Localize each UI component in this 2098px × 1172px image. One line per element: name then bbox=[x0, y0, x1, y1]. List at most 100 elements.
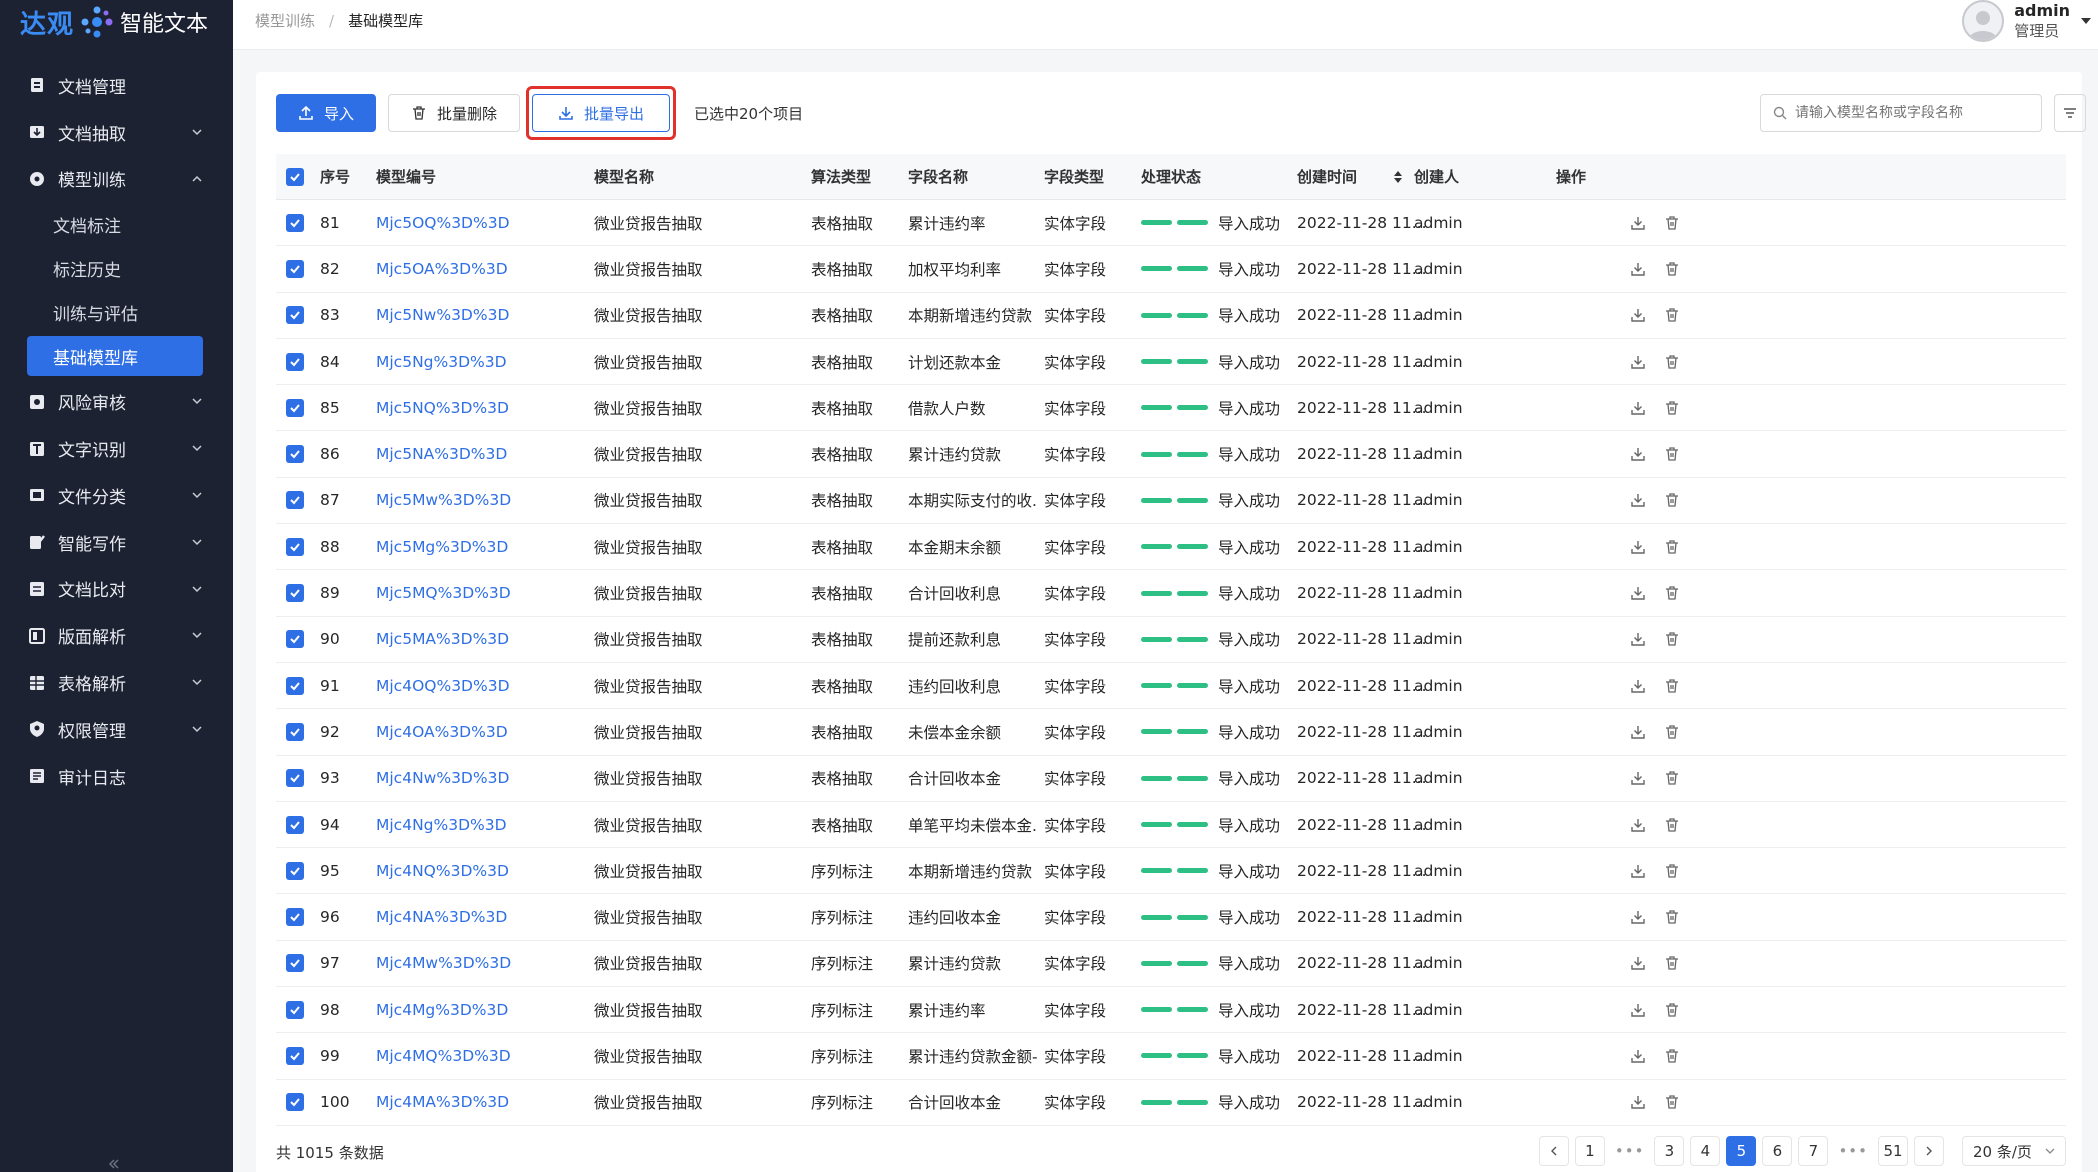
table-row[interactable]: 94 Mjc4Ng%3D%3D 微业贷报告抽取 表格抽取 单笔平均未偿本金... 实体字段… bbox=[276, 802, 2066, 849]
page-ellipsis[interactable]: ••• bbox=[1834, 1136, 1872, 1166]
delete-icon[interactable] bbox=[1664, 909, 1680, 925]
table-row[interactable]: 97 Mjc4Mw%3D%3D 微业贷报告抽取 序列标注 累计违约贷款 实体字段 导入成功 2… bbox=[276, 941, 2066, 988]
table-row[interactable]: 81 Mjc5OQ%3D%3D 微业贷报告抽取 表格抽取 累计违约率 实体字段 导入成功 20… bbox=[276, 200, 2066, 247]
select-all-checkbox[interactable] bbox=[286, 167, 304, 186]
download-icon[interactable] bbox=[1630, 446, 1646, 462]
page-size-select[interactable]: 20 条/页 bbox=[1962, 1136, 2066, 1166]
batch-export-button[interactable]: 批量导出 bbox=[532, 94, 670, 132]
download-icon[interactable] bbox=[1630, 1094, 1646, 1110]
delete-icon[interactable] bbox=[1664, 863, 1680, 879]
sidebar-item[interactable]: 模型训练 bbox=[0, 156, 233, 203]
row-checkbox[interactable] bbox=[286, 352, 304, 371]
prev-page-button[interactable] bbox=[1538, 1136, 1569, 1166]
delete-icon[interactable] bbox=[1664, 955, 1680, 971]
delete-icon[interactable] bbox=[1664, 678, 1680, 694]
batch-delete-button[interactable]: 批量删除 bbox=[388, 94, 520, 132]
sidebar-subitem[interactable]: 训练与评估 bbox=[0, 290, 233, 334]
search-box[interactable] bbox=[1760, 94, 2042, 132]
row-checkbox[interactable] bbox=[286, 769, 304, 788]
model-id-link[interactable]: Mjc5NQ%3D%3D bbox=[376, 385, 509, 430]
filter-button[interactable] bbox=[2054, 94, 2086, 132]
delete-icon[interactable] bbox=[1664, 770, 1680, 786]
table-row[interactable]: 98 Mjc4Mg%3D%3D 微业贷报告抽取 序列标注 累计违约率 实体字段 导入成功 20… bbox=[276, 987, 2066, 1034]
collapse-sidebar-icon[interactable] bbox=[105, 1156, 121, 1172]
model-id-link[interactable]: Mjc4MQ%3D%3D bbox=[376, 1033, 511, 1078]
sidebar-item[interactable]: 审计日志 bbox=[0, 753, 233, 800]
model-id-link[interactable]: Mjc4Mw%3D%3D bbox=[376, 941, 511, 986]
sidebar-item[interactable]: 权限管理 bbox=[0, 706, 233, 753]
sidebar-item[interactable]: 表格解析 bbox=[0, 659, 233, 706]
row-checkbox[interactable] bbox=[286, 398, 304, 417]
delete-icon[interactable] bbox=[1664, 724, 1680, 740]
table-row[interactable]: 86 Mjc5NA%3D%3D 微业贷报告抽取 表格抽取 累计违约贷款 实体字段 导入成功 2… bbox=[276, 431, 2066, 478]
row-checkbox[interactable] bbox=[286, 306, 304, 325]
user-menu[interactable]: admin 管理员 bbox=[1962, 0, 2092, 42]
download-icon[interactable] bbox=[1630, 1048, 1646, 1064]
download-icon[interactable] bbox=[1630, 770, 1646, 786]
download-icon[interactable] bbox=[1630, 354, 1646, 370]
delete-icon[interactable] bbox=[1664, 539, 1680, 555]
sidebar-item[interactable]: 风险审核 bbox=[0, 378, 233, 425]
model-id-link[interactable]: Mjc4OQ%3D%3D bbox=[376, 663, 510, 708]
row-checkbox[interactable] bbox=[286, 676, 304, 695]
sidebar-item[interactable]: 文字识别 bbox=[0, 425, 233, 472]
download-icon[interactable] bbox=[1630, 724, 1646, 740]
page-button[interactable]: 4 bbox=[1690, 1136, 1721, 1166]
delete-icon[interactable] bbox=[1664, 492, 1680, 508]
avatar[interactable] bbox=[1962, 0, 2005, 42]
row-checkbox[interactable] bbox=[286, 259, 304, 278]
model-id-link[interactable]: Mjc5MA%3D%3D bbox=[376, 617, 509, 662]
download-icon[interactable] bbox=[1630, 631, 1646, 647]
download-icon[interactable] bbox=[1630, 261, 1646, 277]
page-button[interactable]: 7 bbox=[1798, 1136, 1829, 1166]
table-row[interactable]: 82 Mjc5OA%3D%3D 微业贷报告抽取 表格抽取 加权平均利率 实体字段 导入成功 2… bbox=[276, 246, 2066, 293]
download-icon[interactable] bbox=[1630, 307, 1646, 323]
delete-icon[interactable] bbox=[1664, 354, 1680, 370]
sidebar-item[interactable]: 文件分类 bbox=[0, 472, 233, 519]
caret-down-icon[interactable] bbox=[2080, 15, 2092, 27]
row-checkbox[interactable] bbox=[286, 1000, 304, 1019]
model-id-link[interactable]: Mjc4NQ%3D%3D bbox=[376, 848, 509, 893]
row-checkbox[interactable] bbox=[286, 954, 304, 973]
delete-icon[interactable] bbox=[1664, 215, 1680, 231]
download-icon[interactable] bbox=[1630, 817, 1646, 833]
model-id-link[interactable]: Mjc5Mw%3D%3D bbox=[376, 478, 511, 523]
row-checkbox[interactable] bbox=[286, 491, 304, 510]
table-row[interactable]: 91 Mjc4OQ%3D%3D 微业贷报告抽取 表格抽取 违约回收利息 实体字段 导入成功 2… bbox=[276, 663, 2066, 710]
table-row[interactable]: 93 Mjc4Nw%3D%3D 微业贷报告抽取 表格抽取 合计回收本金 实体字段 导入成功 2… bbox=[276, 756, 2066, 802]
download-icon[interactable] bbox=[1630, 909, 1646, 925]
table-row[interactable]: 92 Mjc4OA%3D%3D 微业贷报告抽取 表格抽取 未偿本金余额 实体字段 导入成功 2… bbox=[276, 709, 2066, 756]
table-row[interactable]: 95 Mjc4NQ%3D%3D 微业贷报告抽取 序列标注 本期新增违约贷款 实体字段 导入成… bbox=[276, 848, 2066, 895]
table-row[interactable]: 99 Mjc4MQ%3D%3D 微业贷报告抽取 序列标注 累计违约贷款金额-... 实体字… bbox=[276, 1033, 2066, 1080]
page-button[interactable]: 5 bbox=[1726, 1136, 1757, 1166]
model-id-link[interactable]: Mjc4Mg%3D%3D bbox=[376, 987, 508, 1032]
model-id-link[interactable]: Mjc4OA%3D%3D bbox=[376, 709, 508, 754]
page-button[interactable]: 1 bbox=[1574, 1136, 1605, 1166]
table-row[interactable]: 100 Mjc4MA%3D%3D 微业贷报告抽取 序列标注 合计回收本金 实体字段 导入成功… bbox=[276, 1080, 2066, 1126]
download-icon[interactable] bbox=[1630, 215, 1646, 231]
row-checkbox[interactable] bbox=[286, 445, 304, 464]
next-page-button[interactable] bbox=[1914, 1136, 1944, 1166]
table-row[interactable]: 90 Mjc5MA%3D%3D 微业贷报告抽取 表格抽取 提前还款利息 实体字段 导入成功 2… bbox=[276, 617, 2066, 663]
table-row[interactable]: 96 Mjc4NA%3D%3D 微业贷报告抽取 序列标注 违约回收本金 实体字段 导入成功 2… bbox=[276, 894, 2066, 941]
download-icon[interactable] bbox=[1630, 585, 1646, 601]
row-checkbox[interactable] bbox=[286, 908, 304, 927]
table-row[interactable]: 85 Mjc5NQ%3D%3D 微业贷报告抽取 表格抽取 借款人户数 实体字段 导入成功 20… bbox=[276, 385, 2066, 432]
sidebar-item[interactable]: 智能写作 bbox=[0, 519, 233, 566]
row-checkbox[interactable] bbox=[286, 1093, 304, 1112]
page-button[interactable]: 3 bbox=[1654, 1136, 1685, 1166]
table-row[interactable]: 89 Mjc5MQ%3D%3D 微业贷报告抽取 表格抽取 合计回收利息 实体字段 导入成功 2… bbox=[276, 570, 2066, 617]
download-icon[interactable] bbox=[1630, 539, 1646, 555]
search-input[interactable] bbox=[1795, 105, 2025, 121]
sidebar-item[interactable]: 文档比对 bbox=[0, 566, 233, 613]
model-id-link[interactable]: Mjc5NA%3D%3D bbox=[376, 431, 507, 476]
row-checkbox[interactable] bbox=[286, 537, 304, 556]
model-id-link[interactable]: Mjc4NA%3D%3D bbox=[376, 894, 507, 939]
delete-icon[interactable] bbox=[1664, 817, 1680, 833]
delete-icon[interactable] bbox=[1664, 631, 1680, 647]
model-id-link[interactable]: Mjc5MQ%3D%3D bbox=[376, 570, 511, 615]
delete-icon[interactable] bbox=[1664, 261, 1680, 277]
row-checkbox[interactable] bbox=[286, 213, 304, 232]
sidebar-item[interactable]: 文档抽取 bbox=[0, 109, 233, 156]
download-icon[interactable] bbox=[1630, 863, 1646, 879]
